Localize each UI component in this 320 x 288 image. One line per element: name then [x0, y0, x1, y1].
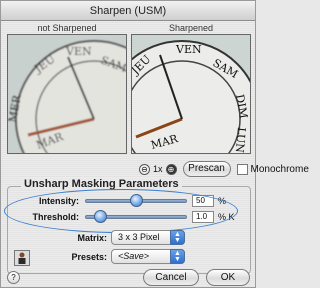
popup-arrows-icon: ▲ ▼ — [170, 249, 185, 264]
presets-popup-value: <Save> — [118, 251, 150, 261]
sharpen-dialog: Sharpen (USM) not Sharpened Sharpened JE… — [0, 0, 309, 288]
zoom-in-icon[interactable]: ⊕ — [165, 163, 177, 175]
prescan-button[interactable]: Prescan — [182, 161, 231, 177]
help-button[interactable]: ? — [7, 271, 20, 284]
preview-sharpened[interactable]: VEN SAM DIM LUN JEU MAR — [131, 34, 251, 154]
person-icon[interactable] — [14, 250, 30, 266]
matrix-label: Matrix: — [77, 233, 107, 243]
dial-letter-ven-sharp: VEN — [175, 43, 202, 56]
left-preview-label: not Sharpened — [37, 23, 97, 33]
cancel-button[interactable]: Cancel — [143, 269, 199, 286]
preview-original[interactable]: JEU VEN SAM MER MAR — [7, 34, 127, 154]
highlight-ellipse — [4, 189, 238, 233]
popup-arrows-icon: ▲ ▼ — [170, 230, 185, 245]
dial-letter-lun-sharp: LUN — [233, 127, 248, 154]
matrix-popup[interactable]: 3 x 3 Pixel ▲ ▼ — [111, 230, 185, 245]
window-title: Sharpen (USM) — [1, 1, 255, 21]
clock-dial-image: JEU VEN SAM MER MAR — [8, 35, 126, 153]
usm-group-title: Unsharp Masking Parameters — [21, 178, 182, 190]
presets-popup[interactable]: <Save> ▲ ▼ — [111, 249, 185, 264]
monochrome-checkbox[interactable] — [236, 163, 248, 175]
zoom-out-icon[interactable]: ⊖ — [139, 163, 150, 175]
monochrome-label: Monochrome — [250, 163, 309, 175]
matrix-popup-value: 3 x 3 Pixel — [118, 232, 160, 242]
zoom-level: 1x — [153, 164, 163, 174]
ok-button[interactable]: OK — [206, 269, 250, 286]
dial-letter-ven: VEN — [65, 45, 92, 58]
right-preview-label: Sharpened — [168, 23, 214, 33]
presets-label: Presets: — [71, 252, 107, 262]
clock-dial-image-sharpened: VEN SAM DIM LUN JEU MAR — [132, 35, 250, 154]
zoom-controls: ⊖ 1x ⊕ Prescan Monochrome — [139, 161, 309, 177]
